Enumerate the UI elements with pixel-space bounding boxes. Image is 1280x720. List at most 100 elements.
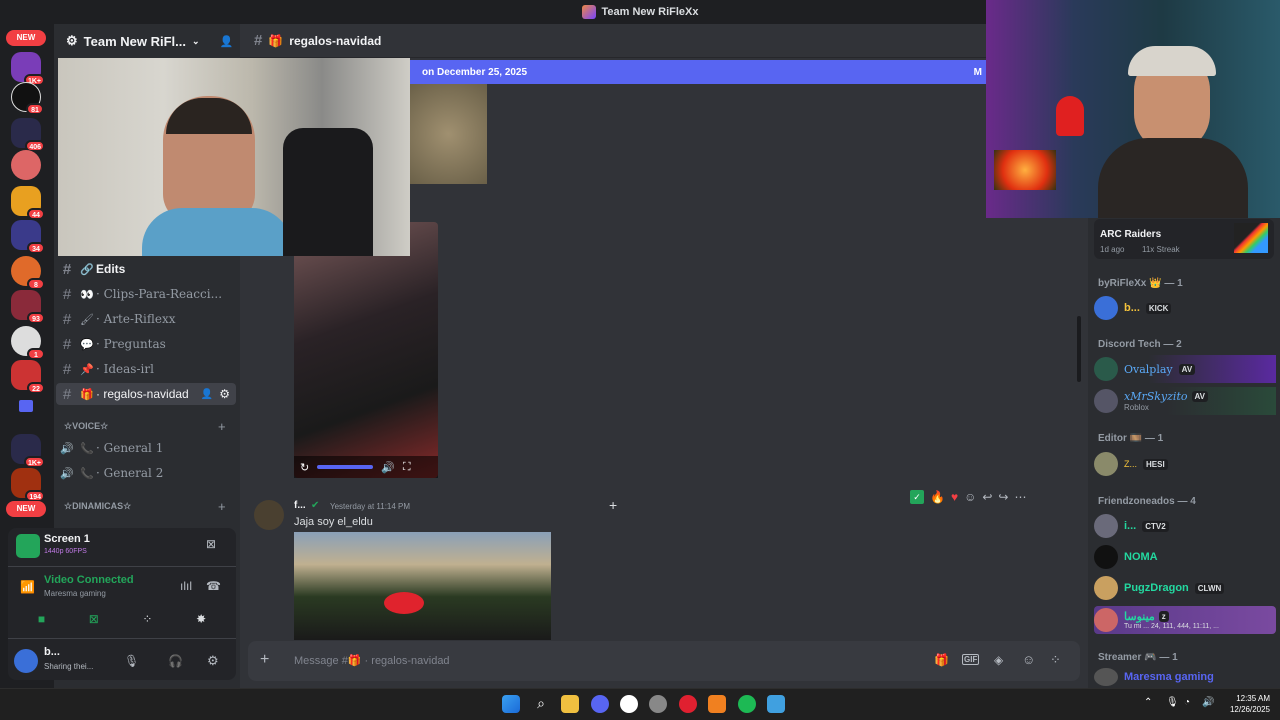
microphone-icon[interactable]: 🎙 bbox=[1166, 697, 1179, 708]
more-icon[interactable]: ⋯ bbox=[1014, 490, 1026, 504]
video-attachment[interactable] bbox=[294, 222, 438, 478]
search-icon[interactable]: ⌕ bbox=[532, 695, 550, 713]
server-icon[interactable]: 1K+ bbox=[11, 52, 45, 86]
microphone-icon[interactable]: 🎙 bbox=[124, 654, 139, 668]
share-screen-icon[interactable]: ⊠ bbox=[89, 612, 99, 626]
app-icon[interactable] bbox=[708, 695, 726, 713]
image-attachment[interactable] bbox=[294, 532, 551, 640]
channel-arte[interactable]: # 🖌 · Arte-Riflexx bbox=[56, 308, 236, 330]
camera-icon[interactable]: ■ bbox=[38, 612, 45, 626]
server-icon[interactable]: 34 bbox=[11, 220, 45, 254]
invite-icon[interactable]: 👤 bbox=[201, 389, 213, 400]
image-attachment[interactable] bbox=[410, 84, 487, 184]
member-row[interactable]: Maresma gaming bbox=[1094, 668, 1276, 686]
upload-icon[interactable]: + bbox=[260, 651, 269, 669]
new-pill[interactable]: NEW bbox=[6, 30, 46, 46]
voice-server[interactable]: Maresma gaming bbox=[44, 589, 106, 598]
speech-bubble-icon: 💬 bbox=[80, 337, 94, 351]
noise-suppression-icon[interactable]: ılıl bbox=[180, 579, 192, 593]
gift-icon[interactable]: 🎁 bbox=[934, 653, 949, 667]
folder-icon[interactable] bbox=[19, 400, 33, 412]
obs-icon[interactable] bbox=[620, 695, 638, 713]
category-voice[interactable]: ☆VOICE☆ bbox=[64, 421, 108, 432]
add-reaction-icon[interactable]: ☺ bbox=[964, 490, 976, 504]
server-icon[interactable]: 22 bbox=[11, 360, 45, 394]
member-row[interactable]: Ovalplay AV bbox=[1094, 355, 1276, 383]
chevron-down-icon: ⌄ bbox=[192, 35, 200, 46]
server-icon[interactable]: 1 bbox=[11, 326, 45, 360]
channel-clips[interactable]: # 👀 · Clips-Para-Reacci... bbox=[56, 283, 236, 305]
volume-icon[interactable]: 🔊 bbox=[381, 461, 395, 474]
video-controls: ↻ 🔊 ⛶ bbox=[294, 456, 438, 478]
user-settings-icon[interactable]: ⚙ bbox=[207, 653, 219, 669]
avatar[interactable] bbox=[254, 500, 284, 530]
progress-bar[interactable] bbox=[317, 465, 374, 469]
avatar[interactable] bbox=[14, 649, 38, 673]
channel-regalos[interactable]: # 🎁 · regalos-navidad 👤 ⚙ bbox=[56, 383, 236, 405]
channel-general-1[interactable]: 🔊 📞 · General 1 bbox=[56, 437, 236, 459]
apps-icon[interactable]: ⁘ bbox=[1050, 652, 1061, 668]
member-row[interactable]: i... CTV2 bbox=[1094, 512, 1276, 540]
app-icon[interactable] bbox=[649, 695, 667, 713]
member-row[interactable]: مینوسا z Tu mi ... 24, 111, 444, 11:11, … bbox=[1094, 606, 1276, 634]
member-group: Streamer 🎮 — 1 bbox=[1098, 652, 1178, 663]
stop-stream-icon[interactable]: ⊠ bbox=[206, 537, 216, 551]
server-icon[interactable]: 406 bbox=[11, 118, 45, 152]
message-input-box: + Message #🎁 · regalos-navidad 🎁 GIF ◈ ☺… bbox=[248, 641, 1080, 681]
gear-icon[interactable]: ⚙ bbox=[219, 387, 230, 401]
server-icon[interactable] bbox=[11, 150, 41, 180]
volume-icon[interactable]: 🔊 bbox=[1202, 697, 1214, 708]
category-dinamicas[interactable]: ☆DINAMICAS☆ bbox=[64, 501, 131, 512]
server-icon[interactable]: 1K+ bbox=[11, 434, 45, 468]
start-icon[interactable] bbox=[502, 695, 520, 713]
wifi-icon[interactable]: ◔ bbox=[1184, 697, 1190, 708]
activities-icon[interactable]: ⁘ bbox=[142, 612, 152, 626]
chevron-up-icon[interactable]: ⌃ bbox=[1144, 697, 1152, 708]
scrollbar[interactable] bbox=[1077, 316, 1081, 382]
new-pill[interactable]: NEW bbox=[6, 501, 46, 517]
disconnect-icon[interactable]: ☎ bbox=[206, 579, 221, 593]
member-row[interactable]: PugzDragon CLWN bbox=[1094, 574, 1276, 602]
server-icon[interactable]: 44 bbox=[11, 186, 45, 220]
discord-icon[interactable] bbox=[591, 695, 609, 713]
notepad-icon[interactable] bbox=[767, 695, 785, 713]
sticker-icon[interactable]: ◈ bbox=[994, 653, 1003, 667]
message-author[interactable]: f... bbox=[294, 500, 306, 511]
server-icon[interactable]: 194 bbox=[11, 468, 45, 502]
channel-edits[interactable]: # 🔗 Edits bbox=[56, 258, 236, 280]
add-channel-icon[interactable]: + bbox=[218, 499, 226, 514]
check-reaction-icon[interactable]: ✓ bbox=[910, 490, 924, 504]
channel-general-2[interactable]: 🔊 📞 · General 2 bbox=[56, 462, 236, 484]
clock[interactable]: 12:35 AM 12/26/2025 bbox=[1220, 693, 1270, 715]
channel-preguntas[interactable]: # 💬 · Preguntas bbox=[56, 333, 236, 355]
member-row[interactable]: NOMA bbox=[1094, 543, 1276, 571]
server-icon[interactable]: 93 bbox=[11, 290, 45, 324]
channel-header: # 🎁 regalos-navidad bbox=[240, 24, 988, 58]
add-member-icon[interactable]: 👤 bbox=[220, 35, 234, 48]
member-row[interactable]: xMrSkyzito AV Roblox bbox=[1094, 387, 1276, 415]
server-icon[interactable]: 8 bbox=[11, 256, 45, 290]
file-explorer-icon[interactable] bbox=[561, 695, 579, 713]
replay-icon[interactable]: ↻ bbox=[300, 461, 309, 474]
add-channel-icon[interactable]: + bbox=[218, 419, 226, 434]
reply-icon[interactable]: ↩ bbox=[982, 490, 992, 504]
channel-ideas[interactable]: # 📌 · Ideas-irl bbox=[56, 358, 236, 380]
fire-reaction-icon[interactable]: 🔥 bbox=[930, 490, 945, 504]
soundboard-icon[interactable]: ✸ bbox=[196, 612, 206, 626]
heart-reaction-icon[interactable]: ♥ bbox=[951, 490, 958, 504]
gif-icon[interactable]: GIF bbox=[962, 654, 980, 665]
spotify-icon[interactable] bbox=[738, 695, 756, 713]
message-input[interactable]: Message #🎁 · regalos-navidad bbox=[294, 654, 450, 667]
fullscreen-icon[interactable]: ⛶ bbox=[403, 461, 411, 474]
headphones-icon[interactable]: 🎧 bbox=[168, 654, 183, 668]
guild-header[interactable]: ⚙ Team New RiFl... ⌄ 👤 bbox=[54, 24, 240, 58]
forward-icon[interactable]: ↪ bbox=[998, 490, 1008, 504]
server-icon[interactable]: 81 bbox=[11, 82, 44, 115]
member-row[interactable]: b... KICK bbox=[1094, 294, 1276, 322]
member-row[interactable]: Z... HESI bbox=[1094, 450, 1276, 478]
opera-icon[interactable] bbox=[679, 695, 697, 713]
activity-game: ARC Raiders bbox=[1100, 229, 1162, 240]
activity-card[interactable]: ARC Raiders 1d ago 11x Streak bbox=[1094, 219, 1274, 259]
emoji-icon[interactable]: ☺ bbox=[1022, 652, 1035, 667]
voice-status[interactable]: Video Connected bbox=[44, 574, 134, 586]
